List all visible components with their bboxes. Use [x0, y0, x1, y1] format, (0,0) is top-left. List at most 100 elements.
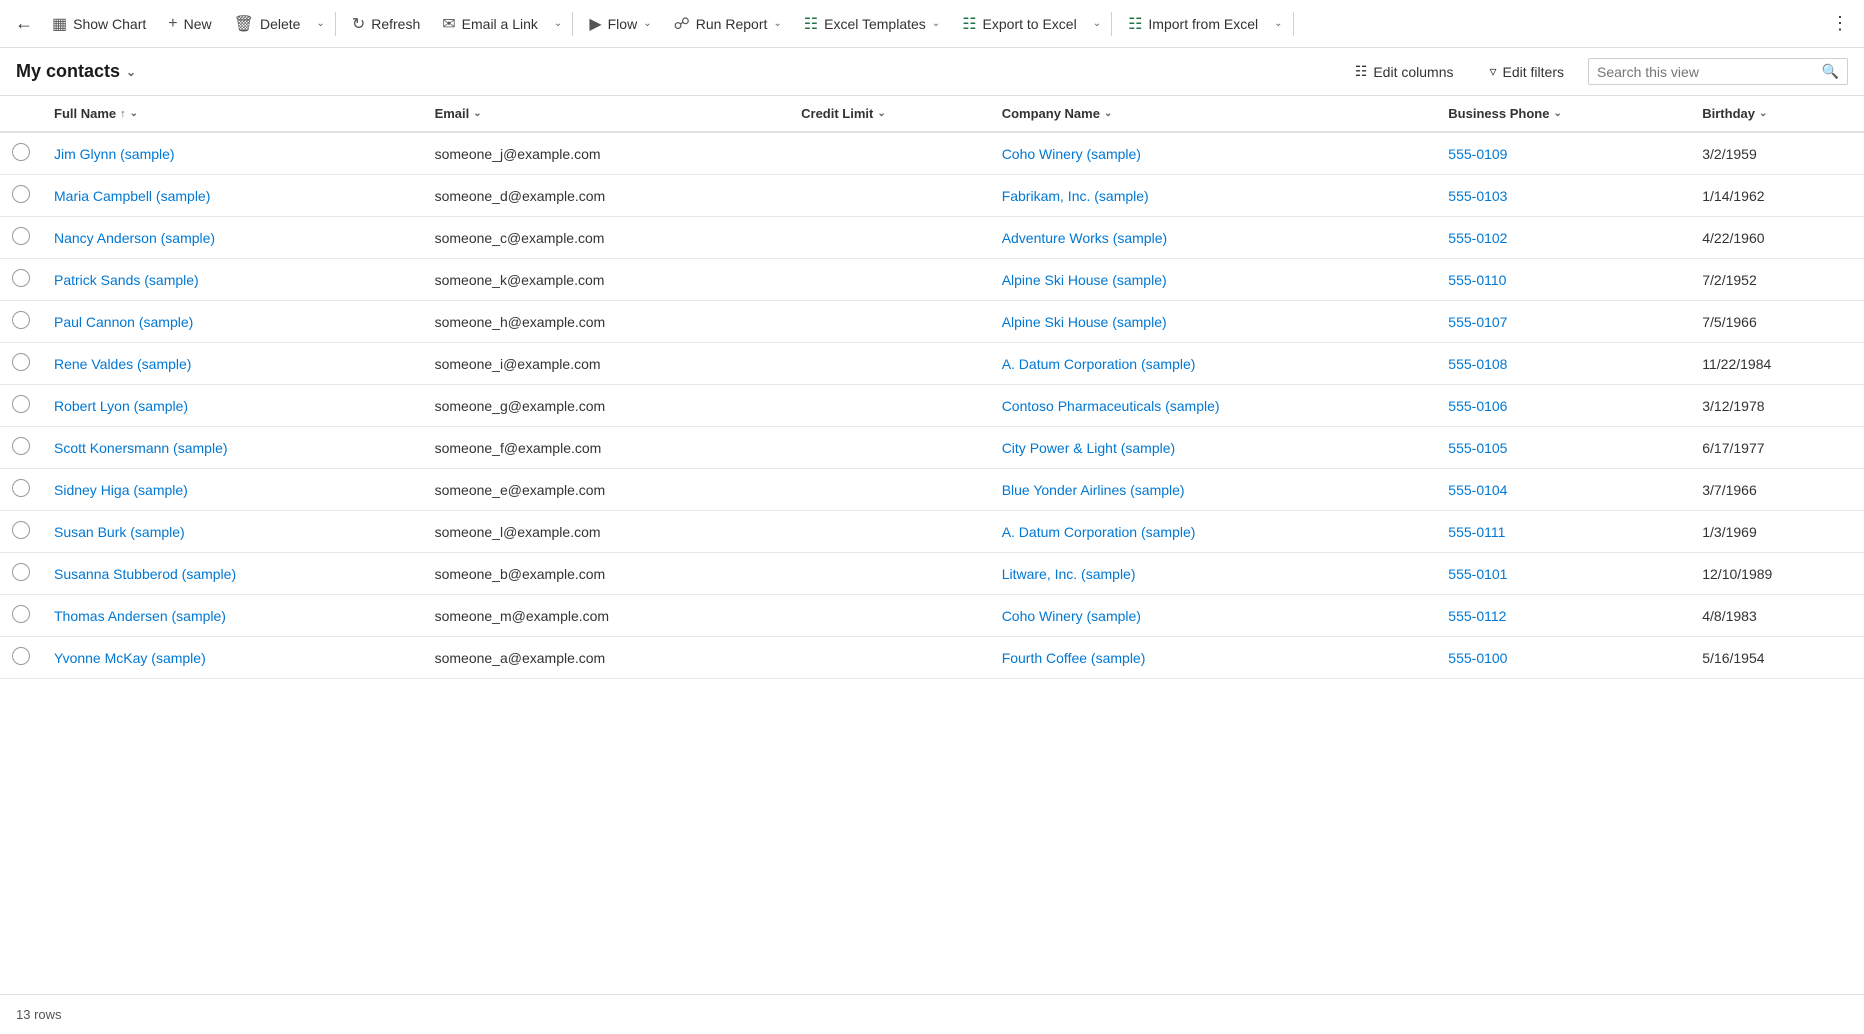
row-checkbox[interactable]	[12, 311, 30, 329]
full-name-link[interactable]: Susanna Stubberod (sample)	[54, 566, 236, 582]
full-name-link[interactable]: Nancy Anderson (sample)	[54, 230, 215, 246]
company-name-link[interactable]: Alpine Ski House (sample)	[1002, 272, 1167, 288]
show-chart-button[interactable]: ▦ Show Chart	[42, 8, 156, 40]
cell-full-name: Susan Burk (sample)	[42, 511, 423, 553]
table-row: Robert Lyon (sample)someone_g@example.co…	[0, 385, 1864, 427]
search-input[interactable]	[1597, 64, 1822, 80]
company-name-link[interactable]: City Power & Light (sample)	[1002, 440, 1176, 456]
refresh-label: Refresh	[371, 16, 420, 32]
company-name-link[interactable]: Contoso Pharmaceuticals (sample)	[1002, 398, 1220, 414]
row-checkbox[interactable]	[12, 353, 30, 371]
row-checkbox[interactable]	[12, 227, 30, 245]
cell-company-name: Adventure Works (sample)	[990, 217, 1437, 259]
edit-columns-icon: ☷	[1355, 63, 1368, 80]
search-box[interactable]: 🔍	[1588, 58, 1848, 85]
edit-filters-button[interactable]: ▿ Edit filters	[1478, 57, 1577, 86]
company-name-link[interactable]: Alpine Ski House (sample)	[1002, 314, 1167, 330]
row-checkbox[interactable]	[12, 521, 30, 539]
cell-email: someone_l@example.com	[423, 511, 790, 553]
email-link-button[interactable]: ✉ Email a Link	[432, 8, 548, 40]
full-name-link[interactable]: Scott Konersmann (sample)	[54, 440, 228, 456]
new-label: New	[184, 16, 212, 32]
export-excel-button[interactable]: ☷ Export to Excel	[952, 8, 1087, 40]
edit-columns-button[interactable]: ☷ Edit columns	[1343, 57, 1466, 86]
row-checkbox[interactable]	[12, 605, 30, 623]
full-name-link[interactable]: Sidney Higa (sample)	[54, 482, 188, 498]
row-checkbox[interactable]	[12, 479, 30, 497]
import-dropdown-button[interactable]: ⌄	[1270, 12, 1286, 35]
email-link-label: Email a Link	[462, 16, 538, 32]
email-dropdown-button[interactable]: ⌄	[550, 12, 566, 35]
cell-email: someone_a@example.com	[423, 637, 790, 679]
more-button[interactable]: ⋮	[1824, 8, 1856, 40]
export-excel-icon: ☷	[962, 14, 976, 34]
cell-company-name: Alpine Ski House (sample)	[990, 301, 1437, 343]
company-name-link[interactable]: Coho Winery (sample)	[1002, 146, 1141, 162]
row-checkbox[interactable]	[12, 143, 30, 161]
export-dropdown-button[interactable]: ⌄	[1089, 12, 1105, 35]
full-name-link[interactable]: Jim Glynn (sample)	[54, 146, 175, 162]
row-checkbox-cell	[0, 553, 42, 595]
cell-credit-limit	[789, 511, 990, 553]
company-name-link[interactable]: A. Datum Corporation (sample)	[1002, 356, 1196, 372]
row-checkbox[interactable]	[12, 269, 30, 287]
col-company-name[interactable]: Company Name ⌄	[990, 96, 1437, 132]
full-name-link[interactable]: Patrick Sands (sample)	[54, 272, 199, 288]
col-birthday[interactable]: Birthday ⌄	[1690, 96, 1864, 132]
company-name-link[interactable]: Adventure Works (sample)	[1002, 230, 1167, 246]
company-name-link[interactable]: A. Datum Corporation (sample)	[1002, 524, 1196, 540]
row-checkbox-cell	[0, 259, 42, 301]
full-name-link[interactable]: Thomas Andersen (sample)	[54, 608, 226, 624]
delete-button[interactable]: 🗑 Delete	[224, 8, 311, 40]
full-name-link[interactable]: Rene Valdes (sample)	[54, 356, 191, 372]
full-name-link[interactable]: Paul Cannon (sample)	[54, 314, 193, 330]
company-name-link[interactable]: Coho Winery (sample)	[1002, 608, 1141, 624]
cell-company-name: Fabrikam, Inc. (sample)	[990, 175, 1437, 217]
col-birthday-chevron-icon: ⌄	[1759, 108, 1767, 119]
col-full-name[interactable]: Full Name ↑ ⌄	[42, 96, 423, 132]
full-name-link[interactable]: Yvonne McKay (sample)	[54, 650, 206, 666]
row-checkbox[interactable]	[12, 437, 30, 455]
cell-credit-limit	[789, 301, 990, 343]
back-button[interactable]: ←	[8, 8, 40, 40]
company-name-link[interactable]: Blue Yonder Airlines (sample)	[1002, 482, 1185, 498]
refresh-button[interactable]: ↻ Refresh	[342, 8, 430, 40]
cell-business-phone: 555-0111	[1436, 511, 1690, 553]
company-name-link[interactable]: Fourth Coffee (sample)	[1002, 650, 1146, 666]
cell-company-name: City Power & Light (sample)	[990, 427, 1437, 469]
full-name-link[interactable]: Maria Campbell (sample)	[54, 188, 210, 204]
col-business-phone[interactable]: Business Phone ⌄	[1436, 96, 1690, 132]
phone-value: 555-0105	[1448, 440, 1507, 456]
col-email-chevron-icon: ⌄	[473, 108, 481, 119]
new-button[interactable]: + New	[158, 9, 221, 39]
table-row: Yvonne McKay (sample) someone_a@example.c…	[0, 637, 1864, 679]
edit-filters-label: Edit filters	[1503, 64, 1564, 80]
row-checkbox[interactable]	[12, 395, 30, 413]
cell-birthday: 3/7/1966	[1690, 469, 1864, 511]
row-checkbox[interactable]	[12, 647, 30, 665]
delete-dropdown-button[interactable]: ⌄	[312, 12, 328, 35]
table-row: Susanna Stubberod (sample)someone_b@exam…	[0, 553, 1864, 595]
company-name-link[interactable]: Fabrikam, Inc. (sample)	[1002, 188, 1149, 204]
company-name-link[interactable]: Litware, Inc. (sample)	[1002, 566, 1136, 582]
col-credit-limit[interactable]: Credit Limit ⌄	[789, 96, 990, 132]
title-chevron-icon[interactable]: ⌄	[126, 65, 136, 79]
col-email[interactable]: Email ⌄	[423, 96, 790, 132]
excel-templates-button[interactable]: ☷ Excel Templates ⌄	[794, 8, 950, 40]
col-full-name-chevron-icon: ⌄	[130, 108, 138, 119]
table-row: Patrick Sands (sample)someone_k@example.…	[0, 259, 1864, 301]
row-checkbox[interactable]	[12, 563, 30, 581]
flow-button[interactable]: ▶ Flow ⌄	[579, 8, 661, 40]
cell-company-name: Coho Winery (sample)	[990, 595, 1437, 637]
table-row: Sidney Higa (sample)someone_e@example.co…	[0, 469, 1864, 511]
chevron-down-icon: ⌄	[1274, 18, 1282, 29]
cell-birthday: 7/5/1966	[1690, 301, 1864, 343]
row-checkbox[interactable]	[12, 185, 30, 203]
run-report-button[interactable]: ☍ Run Report ⌄	[664, 8, 792, 40]
contacts-table: Full Name ↑ ⌄ Email ⌄ Credit Limit	[0, 96, 1864, 679]
full-name-link[interactable]: Robert Lyon (sample)	[54, 398, 188, 414]
cell-business-phone: 555-0106	[1436, 385, 1690, 427]
full-name-link[interactable]: Susan Burk (sample)	[54, 524, 185, 540]
import-excel-button[interactable]: ☷ Import from Excel	[1118, 8, 1268, 40]
phone-value: 555-0110	[1448, 272, 1506, 288]
